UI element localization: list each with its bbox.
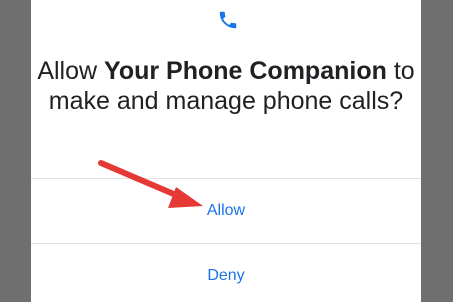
message-prefix: Allow <box>37 57 104 85</box>
app-name: Your Phone Companion <box>104 57 387 85</box>
screen: Allow Your Phone Companion to make and m… <box>0 0 453 302</box>
deny-button[interactable]: Deny <box>31 244 421 302</box>
allow-button[interactable]: Allow <box>31 179 421 243</box>
phone-icon <box>219 11 237 29</box>
permission-message: Allow Your Phone Companion to make and m… <box>31 56 421 116</box>
permission-dialog: Allow Your Phone Companion to make and m… <box>31 0 421 302</box>
